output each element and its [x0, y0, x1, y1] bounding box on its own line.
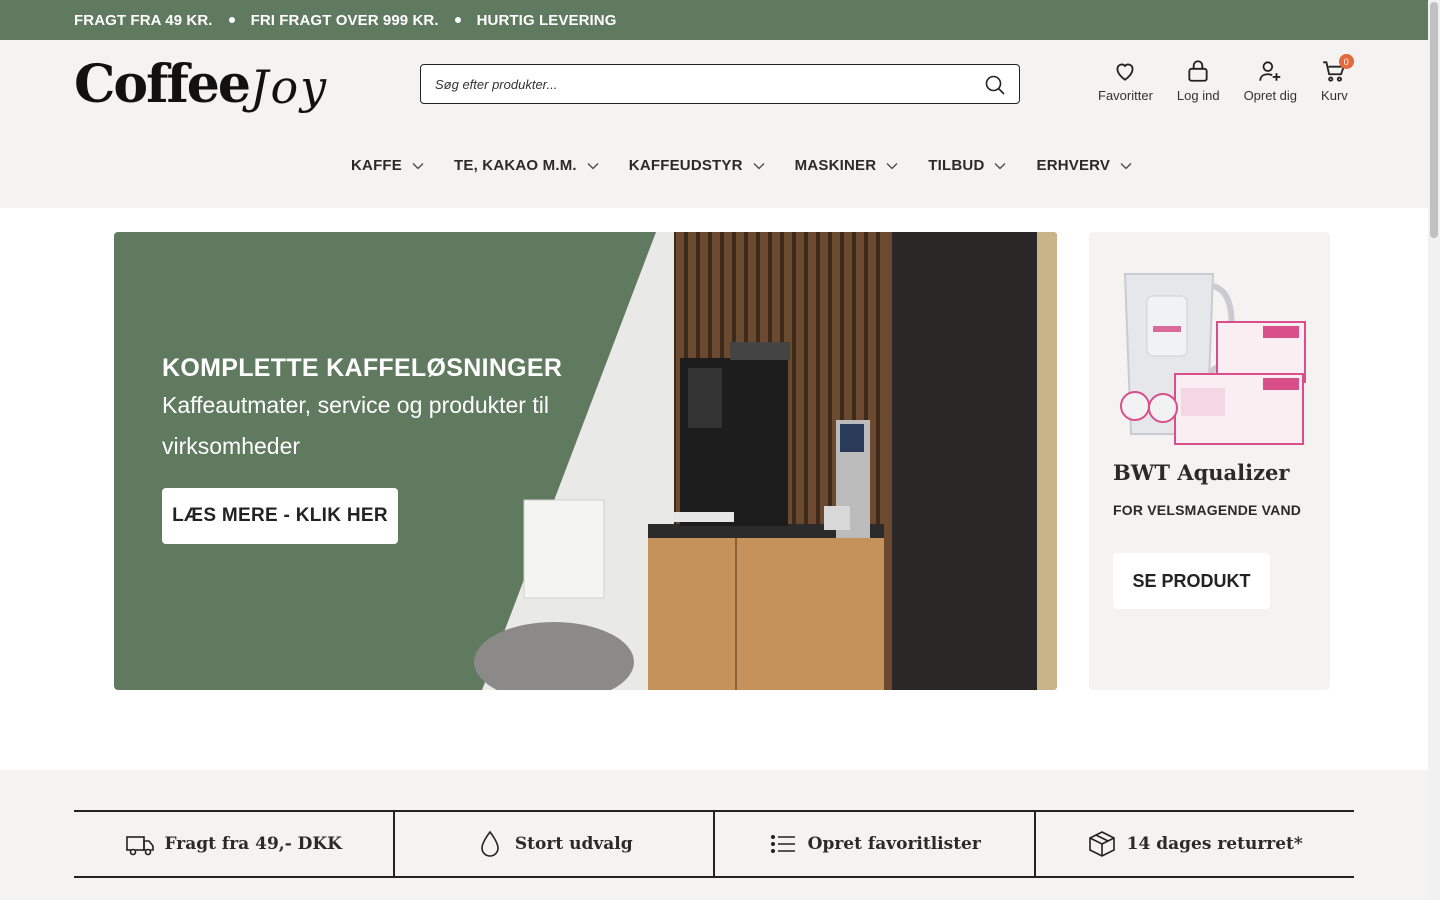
- main-navigation: KAFFE TE, KAKAO M.M. KAFFEUDSTYR MASKINE…: [351, 157, 1132, 174]
- announcement-free-shipping: FRI FRAGT OVER 999 KR.: [250, 11, 439, 29]
- bullet-separator: [228, 17, 235, 23]
- hero-text-block: KOMPLETTE KAFFELØSNINGER Kaffeautmater, …: [162, 354, 582, 467]
- usp-label: Opret favoritlister: [807, 834, 981, 854]
- nav-label: TILBUD: [928, 157, 985, 174]
- nav-item-erhverv[interactable]: ERHVERV: [1036, 157, 1132, 174]
- cart-count-badge: 0: [1338, 54, 1354, 69]
- lock-icon: [1188, 60, 1208, 82]
- promo-title: BWT Aqualizer: [1113, 460, 1290, 485]
- usp-favorite-lists: Opret favoritlister: [715, 812, 1036, 876]
- nav-label: KAFFEUDSTYR: [628, 157, 743, 174]
- heart-icon: [1116, 63, 1134, 81]
- register-button[interactable]: Opret dig: [1244, 58, 1297, 103]
- chevron-down-icon: [412, 162, 424, 169]
- login-button[interactable]: Log ind: [1177, 58, 1220, 103]
- hero-read-more-button[interactable]: LÆS MERE - KLIK HER: [162, 488, 398, 544]
- chevron-down-icon: [995, 162, 1006, 169]
- package-icon: [1088, 831, 1115, 857]
- cart-label: Kurv: [1321, 88, 1348, 103]
- usp-returns: 14 dages returret*: [1036, 812, 1355, 876]
- chevron-down-icon: [886, 162, 898, 169]
- list-icon: [770, 835, 795, 853]
- add-user-icon: [1259, 61, 1281, 81]
- register-label: Opret dig: [1243, 88, 1298, 103]
- page-scrollbar[interactable]: [1428, 0, 1440, 900]
- see-product-button[interactable]: SE PRODUKT: [1113, 553, 1270, 609]
- chevron-down-icon: [587, 162, 599, 169]
- usp-selection: Stort udvalg: [395, 812, 715, 876]
- nav-item-maskiner[interactable]: MASKINER: [795, 157, 899, 174]
- announcement-bar: FRAGT FRA 49 KR. FRI FRAGT OVER 999 KR. …: [0, 0, 1428, 40]
- announcement-shipping: FRAGT FRA 49 KR.: [74, 11, 213, 29]
- bullet-separator: [454, 17, 461, 23]
- chevron-down-icon: [1120, 162, 1132, 169]
- favorites-label: Favoritter: [1098, 88, 1153, 103]
- site-header: Coffee Joy Favoritter Log ind Opret dig: [0, 40, 1428, 208]
- search-icon[interactable]: [983, 73, 1007, 97]
- header-actions: Favoritter Log ind Opret dig 0 Kurv: [1098, 54, 1354, 103]
- announcement-items: FRAGT FRA 49 KR. FRI FRAGT OVER 999 KR. …: [74, 0, 616, 40]
- nav-label: MASKINER: [794, 157, 877, 174]
- nav-item-kaffeudstyr[interactable]: KAFFEUDSTYR: [629, 157, 765, 174]
- nav-item-tilbud[interactable]: TILBUD: [928, 157, 1006, 174]
- promo-subtitle: FOR VELSMAGENDE VAND: [1113, 502, 1302, 518]
- logo-word: Coffee: [74, 54, 251, 115]
- usp-label: Stort udvalg: [514, 834, 633, 854]
- search-box: [420, 64, 1020, 104]
- hero-banner[interactable]: KOMPLETTE KAFFELØSNINGER Kaffeautmater, …: [114, 232, 1057, 690]
- nav-label: KAFFE: [351, 157, 402, 174]
- usp-label: Fragt fra 49,- DKK: [164, 834, 342, 854]
- nav-label: TE, KAKAO M.M.: [454, 157, 577, 174]
- promo-card-bwt[interactable]: BWT Aqualizer FOR VELSMAGENDE VAND SE PR…: [1089, 232, 1330, 690]
- site-logo[interactable]: Coffee Joy: [74, 54, 334, 124]
- hero-subtitle: Kaffeautmater, service og produkter til …: [162, 392, 549, 459]
- logo-script: Joy: [250, 60, 329, 114]
- usp-row: Fragt fra 49,- DKK Stort udvalg Opret fa…: [74, 810, 1354, 878]
- search-input[interactable]: [435, 65, 975, 103]
- chevron-down-icon: [753, 162, 765, 169]
- nav-item-te-kakao[interactable]: TE, KAKAO M.M.: [454, 157, 599, 174]
- usp-section: Fragt fra 49,- DKK Stort udvalg Opret fa…: [0, 770, 1428, 900]
- product-image-water-filter-jug: [1120, 273, 1306, 445]
- usp-label: 14 dages returret*: [1126, 834, 1303, 854]
- truck-icon: [125, 836, 154, 856]
- water-drop-icon: [481, 830, 499, 857]
- hero-title: KOMPLETTE KAFFELØSNINGER: [162, 354, 563, 382]
- usp-shipping: Fragt fra 49,- DKK: [74, 812, 395, 876]
- login-label: Log ind: [1176, 88, 1220, 103]
- nav-item-kaffe[interactable]: KAFFE: [351, 157, 424, 174]
- scrollbar-thumb[interactable]: [1430, 2, 1438, 238]
- announcement-fast-delivery: HURTIG LEVERING: [476, 11, 617, 29]
- favorites-button[interactable]: Favoritter: [1098, 58, 1153, 103]
- cart-button[interactable]: 0 Kurv: [1321, 54, 1354, 103]
- nav-label: ERHVERV: [1036, 157, 1111, 174]
